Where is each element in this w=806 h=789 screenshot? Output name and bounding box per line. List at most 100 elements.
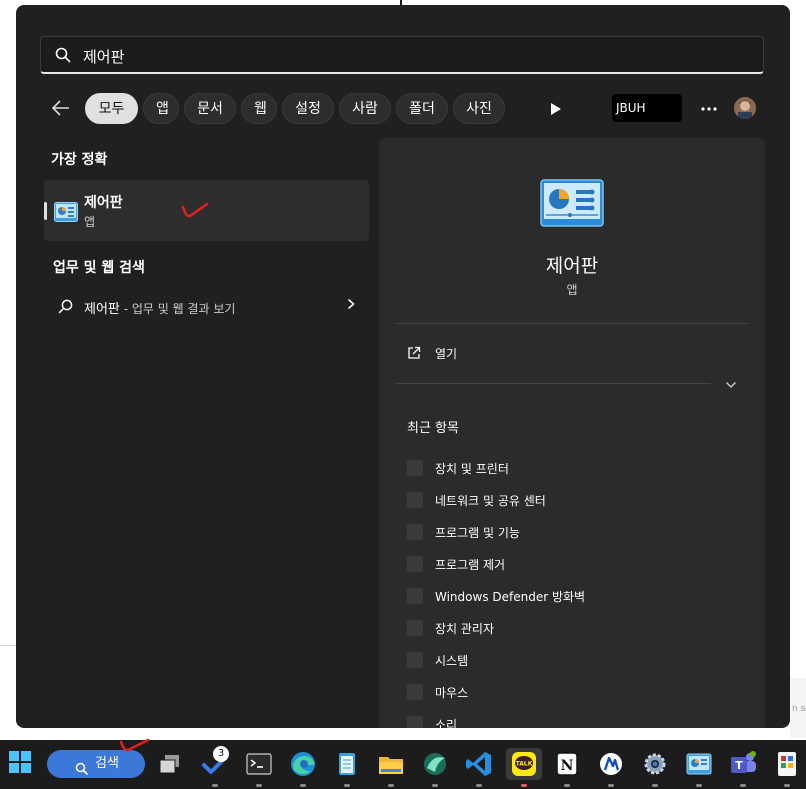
search-input[interactable] (81, 43, 745, 69)
running-indicator (696, 784, 702, 787)
recent-item[interactable]: 프로그램 제거 (407, 553, 737, 575)
recent-item[interactable]: 마우스 (407, 681, 737, 703)
filter-web[interactable]: 웹 (241, 93, 277, 124)
recent-item-label: 프로그램 및 기능 (435, 526, 520, 540)
running-indicator (564, 784, 570, 787)
mouse-icon (407, 684, 423, 700)
recent-item[interactable]: 장치 및 프린터 (407, 457, 737, 479)
search-icon (58, 299, 73, 318)
control-panel-icon (54, 202, 78, 226)
recent-item-label: 마우스 (435, 686, 469, 700)
settings-icon[interactable] (639, 748, 671, 787)
running-indicator (476, 784, 482, 787)
svg-text:TALK: TALK (516, 761, 533, 768)
best-match-heading: 가장 정확 (51, 152, 108, 168)
notion-icon[interactable]: N (551, 748, 583, 787)
detail-pane: 제어판 앱 열기 최근 항목 장치 및 프린터 네트워크 및 공유 센터 프로그… (379, 138, 765, 728)
running-indicator (300, 784, 306, 787)
chevron-down-icon[interactable] (725, 374, 737, 393)
system-icon (407, 652, 423, 668)
filter-folders[interactable]: 폴더 (396, 93, 448, 124)
browser-app-icon[interactable] (419, 748, 451, 787)
recent-item-label: 프로그램 제거 (435, 558, 506, 572)
svg-text:N: N (561, 758, 574, 774)
divider (395, 383, 711, 384)
windows-start-icon[interactable] (6, 748, 38, 780)
taskbar-search-label: 검색 (95, 756, 119, 771)
running-indicator (256, 784, 262, 787)
uninstall-icon (407, 556, 423, 572)
svg-text:T: T (735, 759, 743, 772)
filter-people[interactable]: 사람 (339, 93, 391, 124)
web-search-result[interactable]: 제어판 - 업무 및 웹 결과 보기 (44, 290, 369, 324)
control-panel-icon[interactable] (683, 748, 715, 787)
search-icon (75, 758, 88, 786)
vscode-icon[interactable] (463, 748, 495, 787)
running-indicator (388, 784, 394, 787)
recent-item[interactable]: 소리 (407, 713, 737, 728)
teams-icon[interactable]: T (727, 748, 759, 787)
taskbar: 검색 3 TALK N T (0, 738, 806, 789)
taskbar-search-button[interactable]: 검색 (47, 750, 145, 778)
background-window-fragment: n sc (790, 678, 806, 738)
todo-badge: 3 (213, 746, 229, 762)
running-indicator (740, 784, 746, 787)
recent-item-label: 네트워크 및 공유 센터 (435, 494, 546, 508)
filter-apps[interactable]: 앱 (143, 93, 179, 124)
app-icon[interactable] (771, 748, 803, 787)
chevron-right-icon (347, 298, 355, 314)
recent-item[interactable]: 시스템 (407, 649, 737, 671)
detail-app-name: 제어판 (545, 255, 599, 277)
account-label[interactable]: JBUH (612, 94, 682, 122)
programs-icon (407, 524, 423, 540)
notepad-icon[interactable] (331, 748, 363, 787)
recent-item[interactable]: Windows Defender 방화벽 (407, 585, 737, 607)
filter-documents[interactable]: 문서 (184, 93, 236, 124)
edge-icon[interactable] (287, 748, 319, 787)
handwritten-checkmark (181, 202, 209, 218)
web-search-suffix: - 업무 및 웹 결과 보기 (119, 302, 236, 316)
open-external-icon (407, 345, 421, 364)
detail-app-type: 앱 (566, 283, 578, 297)
search-box[interactable] (40, 36, 764, 74)
web-search-query: 제어판 (84, 302, 120, 317)
todo-icon[interactable]: 3 (199, 746, 231, 787)
filter-settings[interactable]: 설정 (282, 93, 334, 124)
file-explorer-icon[interactable] (375, 748, 407, 787)
background-text: n sc (792, 704, 806, 714)
open-label: 열기 (435, 347, 458, 361)
play-icon[interactable] (550, 101, 562, 120)
running-indicator (344, 784, 350, 787)
sound-icon (407, 716, 423, 728)
search-icon (55, 47, 71, 67)
recent-heading: 최근 항목 (407, 421, 459, 436)
filter-photos[interactable]: 사진 (453, 93, 505, 124)
selection-indicator (44, 202, 47, 220)
avatar[interactable] (734, 97, 756, 119)
recent-item-label: 장치 및 프린터 (435, 462, 509, 476)
open-action[interactable]: 열기 (395, 342, 695, 366)
recent-item-label: 시스템 (435, 654, 469, 668)
divider (395, 323, 749, 324)
devices-printers-icon (407, 460, 423, 476)
best-match-name: 제어판 (84, 195, 123, 211)
best-match-type: 앱 (84, 215, 96, 229)
filter-all[interactable]: 모두 (85, 93, 138, 124)
recent-item-label: 장치 관리자 (435, 622, 495, 636)
web-search-text: 제어판 - 업무 및 웹 결과 보기 (84, 298, 235, 317)
recent-item[interactable]: 장치 관리자 (407, 617, 737, 639)
back-arrow-icon[interactable] (50, 97, 76, 121)
handwritten-checkmark (119, 738, 150, 752)
firewall-icon (407, 588, 423, 604)
running-indicator (784, 784, 790, 787)
terminal-icon[interactable] (243, 748, 275, 787)
recent-item-label: Windows Defender 방화벽 (435, 590, 586, 604)
web-search-heading: 업무 및 웹 검색 (53, 260, 145, 276)
writing-app-icon[interactable] (595, 748, 627, 787)
task-view-icon[interactable] (155, 748, 187, 780)
recent-item[interactable]: 프로그램 및 기능 (407, 521, 737, 543)
recent-item[interactable]: 네트워크 및 공유 센터 (407, 489, 737, 511)
control-panel-icon (540, 179, 604, 233)
more-icon[interactable] (700, 97, 718, 116)
kakaotalk-icon[interactable]: TALK (506, 748, 542, 787)
